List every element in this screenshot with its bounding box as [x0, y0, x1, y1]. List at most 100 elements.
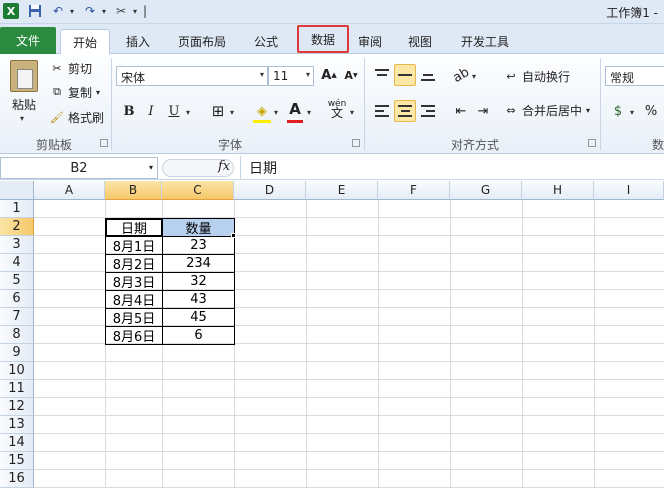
row-header[interactable]: 14	[0, 434, 34, 452]
tab-formulas[interactable]: 公式	[246, 29, 286, 54]
decrease-indent-icon[interactable]: ⇤	[450, 100, 472, 122]
tab-page-layout[interactable]: 页面布局	[170, 29, 234, 54]
table-cell-date[interactable]: 8月1日	[105, 236, 163, 255]
shrink-font-icon[interactable]: A ▼	[340, 64, 362, 86]
column-header-b[interactable]: B	[105, 181, 162, 200]
align-left-button[interactable]	[371, 100, 393, 122]
cut-button[interactable]: ✂ 剪切	[50, 58, 92, 78]
table-cell-quantity[interactable]: 23	[162, 236, 235, 255]
column-header-f[interactable]: F	[378, 181, 450, 200]
formula-input[interactable]: 日期	[240, 156, 664, 180]
insert-function-icon[interactable]: fx	[218, 159, 230, 174]
row-header[interactable]: 1	[0, 200, 34, 218]
column-header-i[interactable]: I	[594, 181, 664, 200]
tools-dropdown-icon[interactable]: ▾	[131, 3, 139, 19]
underline-dropdown-icon[interactable]: ▾	[186, 108, 190, 117]
underline-button[interactable]: U	[163, 100, 185, 122]
row-header[interactable]: 2	[0, 218, 34, 236]
borders-dropdown-icon[interactable]: ▾	[230, 108, 234, 117]
tools-icon[interactable]: ✂	[113, 3, 129, 19]
alignment-launcher-icon[interactable]	[588, 139, 596, 147]
format-painter-button[interactable]: 🖌 格式刷	[50, 107, 104, 127]
tab-view[interactable]: 视图	[400, 29, 440, 54]
select-all-corner[interactable]	[0, 181, 34, 200]
phonetic-guide-button[interactable]: wén 文	[326, 98, 348, 120]
font-color-dropdown-icon[interactable]: ▾	[307, 108, 311, 117]
accounting-dropdown-icon[interactable]: ▾	[630, 108, 634, 117]
spreadsheet-grid[interactable]: A B C D E F G H I 1 2 3 4 5 6 7 8 9 10 1…	[0, 181, 664, 488]
column-header-g[interactable]: G	[450, 181, 522, 200]
align-right-button[interactable]	[417, 100, 439, 122]
font-launcher-icon[interactable]	[352, 139, 360, 147]
number-format-select[interactable]: 常规	[605, 66, 664, 86]
tab-review[interactable]: 审阅	[350, 29, 390, 54]
row-header[interactable]: 4	[0, 254, 34, 272]
cell-b2[interactable]: 日期	[105, 218, 163, 237]
row-header[interactable]: 5	[0, 272, 34, 290]
row-header[interactable]: 11	[0, 380, 34, 398]
fill-handle[interactable]	[231, 233, 236, 238]
font-color-icon[interactable]: A	[284, 98, 306, 120]
tab-insert[interactable]: 插入	[118, 29, 158, 54]
table-cell-date[interactable]: 8月2日	[105, 254, 163, 273]
undo-dropdown-icon[interactable]: ▾	[68, 3, 76, 19]
paste-button[interactable]: 粘贴	[12, 96, 36, 113]
table-cell-date[interactable]: 8月5日	[105, 308, 163, 327]
copy-dropdown-icon[interactable]: ▾	[96, 88, 100, 97]
tab-data[interactable]: 数据	[297, 25, 349, 53]
table-cell-date[interactable]: 8月4日	[105, 290, 163, 309]
merge-dropdown-icon[interactable]: ▾	[586, 106, 590, 115]
column-header-a[interactable]: A	[34, 181, 105, 200]
row-header[interactable]: 12	[0, 398, 34, 416]
row-header[interactable]: 9	[0, 344, 34, 362]
redo-dropdown-icon[interactable]: ▾	[100, 3, 108, 19]
align-bottom-button[interactable]	[417, 64, 439, 86]
table-cell-quantity[interactable]: 6	[162, 326, 235, 345]
tab-developer[interactable]: 开发工具	[450, 29, 520, 54]
name-box[interactable]: B2 ▾	[0, 157, 158, 179]
orientation-dropdown-icon[interactable]: ▾	[472, 72, 476, 81]
clipboard-launcher-icon[interactable]	[100, 139, 108, 147]
table-cell-date[interactable]: 8月6日	[105, 326, 163, 345]
bold-button[interactable]: B	[118, 100, 140, 122]
align-middle-button[interactable]	[394, 64, 416, 86]
row-header[interactable]: 7	[0, 308, 34, 326]
chevron-down-icon[interactable]: ▾	[149, 163, 153, 172]
column-header-c[interactable]: C	[162, 181, 234, 200]
fill-color-icon[interactable]: ◈	[251, 100, 273, 122]
font-size-select[interactable]: 11 ▾	[268, 66, 314, 86]
paste-dropdown-icon[interactable]: ▾	[20, 114, 24, 123]
tab-home[interactable]: 开始	[60, 29, 110, 55]
percent-style-button[interactable]: %	[640, 100, 662, 122]
borders-icon[interactable]: ⊞	[207, 100, 229, 122]
table-cell-quantity[interactable]: 45	[162, 308, 235, 327]
column-header-h[interactable]: H	[522, 181, 594, 200]
undo-icon[interactable]: ↶	[50, 3, 66, 19]
wrap-text-button[interactable]: ↩ 自动换行	[504, 66, 570, 86]
row-header[interactable]: 16	[0, 470, 34, 488]
merge-center-button[interactable]: ⇔ 合并后居中 ▾	[504, 100, 590, 120]
phonetic-dropdown-icon[interactable]: ▾	[350, 108, 354, 117]
table-cell-quantity[interactable]: 234	[162, 254, 235, 273]
row-header[interactable]: 3	[0, 236, 34, 254]
row-header[interactable]: 8	[0, 326, 34, 344]
tab-file[interactable]: 文件	[0, 27, 56, 54]
cell-c2[interactable]: 数量	[162, 218, 235, 237]
row-header[interactable]: 10	[0, 362, 34, 380]
row-header[interactable]: 6	[0, 290, 34, 308]
column-header-d[interactable]: D	[234, 181, 306, 200]
align-top-button[interactable]	[371, 64, 393, 86]
align-center-button[interactable]	[394, 100, 416, 122]
increase-indent-icon[interactable]: ⇥	[472, 100, 494, 122]
paste-icon[interactable]	[10, 60, 38, 92]
redo-icon[interactable]: ↷	[82, 3, 98, 19]
column-header-e[interactable]: E	[306, 181, 378, 200]
grow-font-icon[interactable]: A ▲	[318, 64, 340, 86]
accounting-format-icon[interactable]: $	[607, 100, 629, 122]
table-cell-quantity[interactable]: 32	[162, 272, 235, 291]
copy-button[interactable]: ⧉ 复制 ▾	[50, 82, 100, 102]
table-cell-date[interactable]: 8月3日	[105, 272, 163, 291]
row-header[interactable]: 13	[0, 416, 34, 434]
fill-color-dropdown-icon[interactable]: ▾	[274, 108, 278, 117]
table-cell-quantity[interactable]: 43	[162, 290, 235, 309]
